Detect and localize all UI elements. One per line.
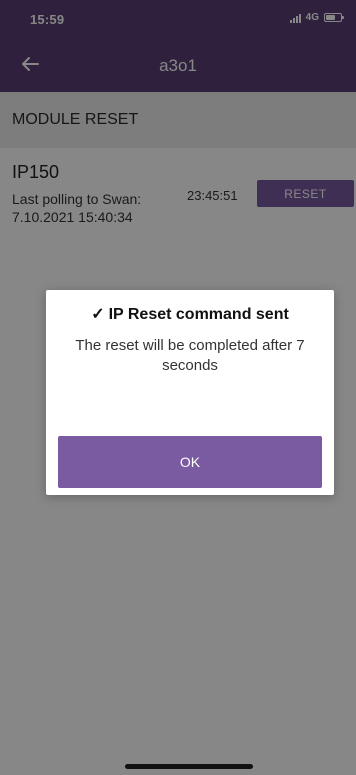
check-icon: ✓ (91, 306, 105, 323)
dialog-message: The reset will be completed after 7 seco… (75, 337, 305, 374)
ok-button[interactable]: OK (58, 436, 322, 488)
dialog-title-text: IP Reset command sent (108, 306, 289, 323)
home-indicator[interactable] (125, 764, 253, 769)
screen: 15:59 4G a3o1 MODULE RESET IP150 Last po… (0, 0, 356, 775)
dialog-title: ✓ IP Reset command sent (46, 304, 334, 324)
reset-dialog: ✓ IP Reset command sent The reset will be… (46, 290, 334, 495)
